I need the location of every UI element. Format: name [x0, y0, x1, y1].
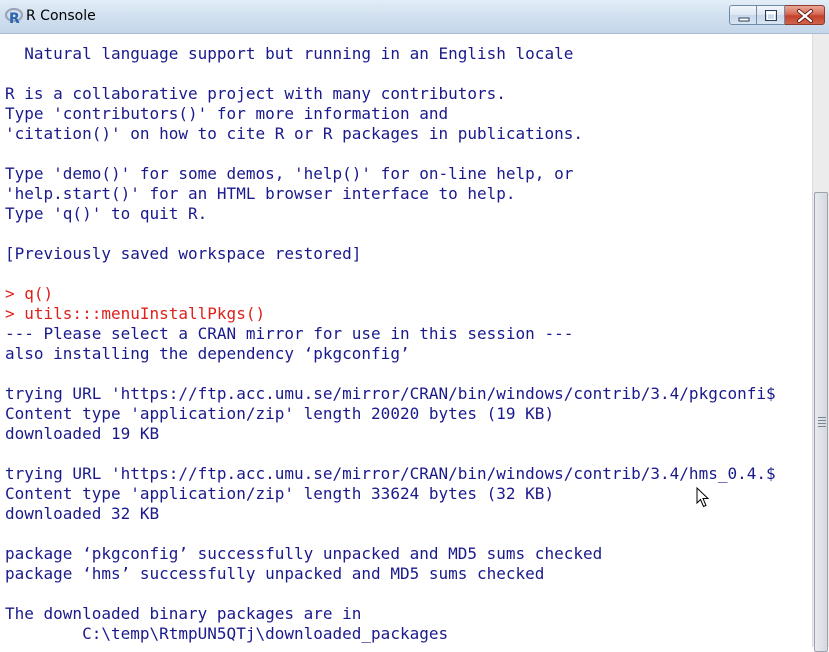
console-output-line: package ‘pkgconfig’ successfully unpacke… — [5, 544, 603, 563]
mouse-pointer-icon — [696, 487, 710, 508]
console-output-line: --- Please select a CRAN mirror for use … — [5, 324, 574, 343]
scrollbar-thumb[interactable] — [814, 192, 828, 652]
console-output-line: Content type 'application/zip' length 33… — [5, 484, 555, 503]
console-output-line: 'citation()' on how to cite R or R packa… — [5, 124, 583, 143]
console-output-line: Natural language support but running in … — [5, 44, 574, 63]
window-title: R Console — [26, 8, 96, 24]
title-bar[interactable]: R R Console — [0, 0, 829, 34]
console-lines: Natural language support but running in … — [5, 44, 776, 644]
console-output-line: Type 'q()' to quit R. — [5, 204, 208, 223]
r-logo-icon: R — [5, 7, 23, 25]
vertical-scrollbar[interactable] — [812, 34, 829, 652]
console-output-line: 'help.start()' for an HTML browser inter… — [5, 184, 516, 203]
maximize-icon — [765, 10, 777, 21]
console-output-line: Type 'contributors()' for more informati… — [5, 104, 449, 123]
minimize-icon — [738, 17, 750, 22]
console-output-line: [Previously saved workspace restored] — [5, 244, 362, 263]
console-output-line: Type 'demo()' for some demos, 'help()' f… — [5, 164, 574, 183]
console-command-line: > q() — [5, 284, 54, 303]
console-output-line: downloaded 32 KB — [5, 504, 160, 523]
console-output[interactable]: Natural language support but running in … — [0, 34, 812, 647]
maximize-button[interactable] — [757, 5, 785, 25]
console-output-line: downloaded 19 KB — [5, 424, 160, 443]
close-button[interactable] — [785, 5, 825, 25]
minimize-button[interactable] — [729, 5, 757, 25]
window-controls — [729, 5, 825, 27]
console-output-line: R is a collaborative project with many c… — [5, 84, 506, 103]
console-output-line: C:\temp\RtmpUN5QTj\downloaded_packages — [5, 624, 449, 643]
r-logo-letter: R — [9, 11, 20, 25]
close-icon — [797, 9, 813, 23]
console-output-line: trying URL 'https://ftp.acc.umu.se/mirro… — [5, 384, 776, 403]
console-output-line: also installing the dependency ‘pkgconfi… — [5, 344, 410, 363]
console-command-line: > utils:::menuInstallPkgs() — [5, 304, 266, 323]
scrollbar-grip-icon — [818, 417, 826, 429]
console-output-line: The downloaded binary packages are in — [5, 604, 362, 623]
console-output-line: package ‘hms’ successfully unpacked and … — [5, 564, 545, 583]
console-output-line: Content type 'application/zip' length 20… — [5, 404, 555, 423]
console-output-line: trying URL 'https://ftp.acc.umu.se/mirro… — [5, 464, 776, 483]
